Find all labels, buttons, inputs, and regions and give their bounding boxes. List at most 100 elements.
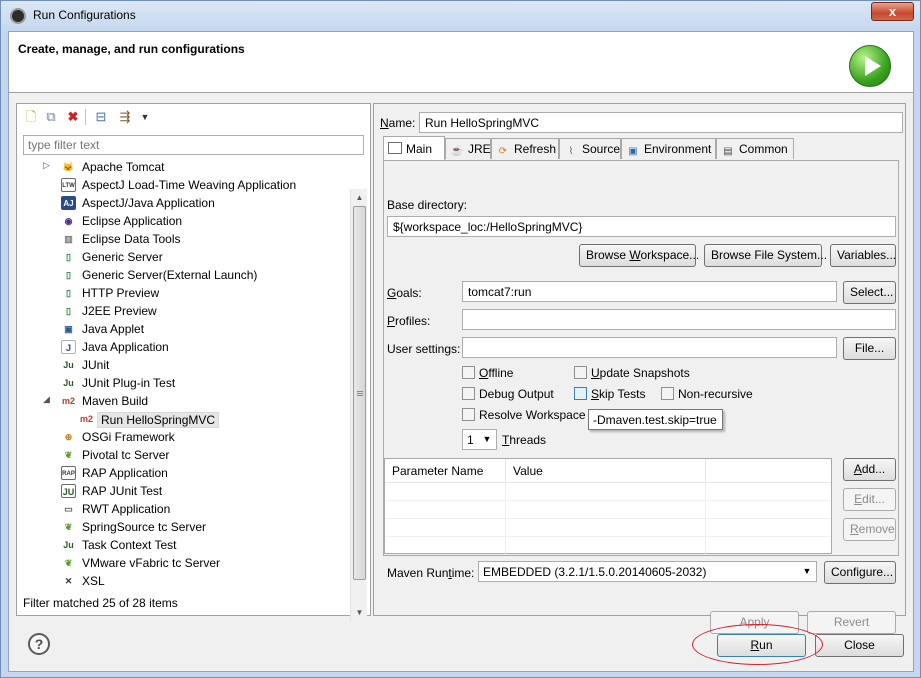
eclipse-icon: ◉ (64, 216, 73, 226)
tree-item[interactable]: JU RAP JUnit Test (17, 483, 347, 501)
tree-item[interactable]: ❦ VMware vFabric tc Server (17, 555, 347, 573)
junit-icon: Ju (63, 360, 74, 370)
task-junit-icon: Ju (63, 540, 74, 550)
threads-select[interactable]: 1 ▼ (462, 429, 497, 450)
expand-arrow-icon[interactable]: ▷ (43, 160, 50, 171)
table-row (385, 501, 831, 519)
tab-refresh[interactable]: ⟳ Refresh (491, 138, 559, 159)
tree-item[interactable]: LTW AspectJ Load-Time Weaving Application (17, 177, 347, 195)
scroll-thumb[interactable] (353, 206, 366, 580)
osgi-icon: ⊕ (64, 432, 73, 442)
tree-item[interactable]: ◢ m2 Maven Build (17, 393, 347, 411)
tree-item[interactable]: ⊕ OSGi Framework (17, 429, 347, 447)
tab-source[interactable]: ⌇ Source (559, 138, 621, 159)
tree-item[interactable]: AJ AspectJ/Java Application (17, 195, 347, 213)
scroll-up-icon[interactable]: ▲ (351, 189, 368, 206)
add-parameter-button[interactable]: Add... (843, 458, 896, 481)
tree-item[interactable]: Ju JUnit Plug-in Test (17, 375, 347, 393)
tree-scrollbar[interactable]: ▲ ▼ (350, 189, 367, 621)
close-button[interactable]: Close (815, 634, 904, 657)
base-directory-field[interactable]: ${workspace_loc:/HelloSpringMVC} (387, 216, 896, 237)
profiles-field[interactable] (462, 309, 896, 330)
variables-button[interactable]: Variables... (830, 244, 896, 267)
tree-item[interactable]: ❦ Pivotal tc Server (17, 447, 347, 465)
title-bar[interactable]: Run Configurations x (1, 1, 920, 31)
maven-runtime-label: Maven Runtime: (387, 566, 475, 580)
run-button-highlight-ellipse (692, 624, 823, 665)
jre-tab-icon: ☕ (450, 146, 464, 157)
table-header: Parameter Name Value (385, 459, 831, 483)
revert-button[interactable]: Revert (807, 611, 896, 634)
tab-jre[interactable]: ☕ JRE (445, 138, 491, 159)
table-row (385, 483, 831, 501)
tree-item-label: Maven Build (82, 394, 149, 408)
configuration-list-panel: 🗋 ⧉ ✖ ⊟ ⇶ ▼ ▷ 🐱 Apache Tomcat LTW AspectJ Lo… (16, 103, 371, 621)
filter-input[interactable] (23, 135, 364, 155)
user-settings-field[interactable] (462, 337, 837, 358)
spring-icon: ❦ (64, 558, 73, 568)
tree-item[interactable]: RAP RAP Application (17, 465, 347, 483)
ltw-icon: LTW (61, 178, 76, 192)
edit-parameter-button[interactable]: Edit... (843, 488, 896, 511)
skip-tests-checkbox[interactable]: Skip Tests (574, 387, 645, 403)
tree-item[interactable]: ▯ Generic Server(External Launch) (17, 267, 347, 285)
new-configuration-icon[interactable]: 🗋 (23, 109, 39, 125)
tree-item[interactable]: ✕ XSL (17, 573, 347, 591)
goals-field[interactable]: tomcat7:run (462, 281, 837, 302)
tree-item[interactable]: ▯ HTTP Preview (17, 285, 347, 303)
view-menu-chevron-down-icon[interactable]: ▼ (137, 109, 153, 125)
tree-item[interactable]: Ju Task Context Test (17, 537, 347, 555)
tree-item[interactable]: m2 Run HelloSpringMVC (17, 411, 347, 429)
remove-parameter-button[interactable]: Remove (843, 518, 896, 541)
java-icon: J (61, 340, 76, 354)
column-header[interactable]: Value (506, 459, 706, 483)
select-goals-button[interactable]: Select... (843, 281, 896, 304)
collapse-all-icon[interactable]: ⊟ (93, 109, 109, 125)
browse-file-system-button[interactable]: Browse File System... (704, 244, 827, 267)
duplicate-icon[interactable]: ⧉ (43, 109, 59, 125)
tab-environment[interactable]: ▣ Environment (621, 138, 716, 159)
browse-workspace-button[interactable]: Browse Workspace... (579, 244, 699, 267)
update-snapshots-checkbox[interactable]: Update Snapshots (574, 366, 690, 382)
configuration-tree[interactable]: ▷ 🐱 Apache Tomcat LTW AspectJ Load-Time Weav… (17, 159, 347, 591)
chevron-down-icon: ▼ (482, 434, 492, 444)
tree-item-label: RAP Application (82, 466, 168, 480)
tree-item[interactable]: ▷ 🐱 Apache Tomcat (17, 159, 347, 177)
filter-icon[interactable]: ⇶ (117, 109, 133, 125)
skip-tests-tooltip: -Dmaven.test.skip=true (588, 409, 723, 430)
name-field[interactable]: Run HelloSpringMVC (419, 112, 903, 133)
collapse-arrow-icon[interactable]: ◢ (43, 394, 50, 405)
tree-item-label: Eclipse Data Tools (82, 232, 181, 246)
tree-item[interactable]: ▥ Eclipse Data Tools (17, 231, 347, 249)
non-recursive-checkbox[interactable]: Non-recursive (661, 387, 753, 403)
tab-common[interactable]: ▤ Common (716, 138, 794, 159)
tree-item[interactable]: ▣ Java Applet (17, 321, 347, 339)
tree-item[interactable]: J Java Application (17, 339, 347, 357)
offline-checkbox[interactable]: Offline (462, 366, 513, 382)
rwt-icon: ▭ (64, 504, 73, 514)
maven-runtime-select[interactable]: EMBEDDED (3.2.1/1.5.0.20140605-2032) ▼ (478, 561, 817, 582)
tab-main[interactable]: Main (383, 136, 445, 160)
debug-output-checkbox[interactable]: Debug Output (462, 387, 554, 403)
delete-icon[interactable]: ✖ (65, 109, 81, 125)
parameters-table[interactable]: Parameter Name Value (384, 458, 832, 555)
tree-item[interactable]: ▯ Generic Server (17, 249, 347, 267)
tree-item-label: Run HelloSpringMVC (97, 412, 220, 428)
help-icon[interactable]: ? (28, 633, 50, 655)
resolve-workspace-checkbox[interactable]: Resolve Workspace (462, 408, 586, 424)
dialog-header: Create, manage, and run configurations (9, 32, 913, 93)
column-header[interactable]: Parameter Name (385, 459, 506, 483)
spring-icon: ❦ (64, 450, 73, 460)
tomcat-icon: 🐱 (62, 162, 75, 172)
scroll-down-icon[interactable]: ▼ (351, 604, 368, 621)
user-settings-file-button[interactable]: File... (843, 337, 896, 360)
window-close-button[interactable]: x (871, 2, 914, 21)
tree-item[interactable]: ◉ Eclipse Application (17, 213, 347, 231)
configure-runtime-button[interactable]: Configure... (824, 561, 896, 584)
tree-item[interactable]: ▯ J2EE Preview (17, 303, 347, 321)
tree-item[interactable]: Ju JUnit (17, 357, 347, 375)
tree-item[interactable]: ❦ SpringSource tc Server (17, 519, 347, 537)
tree-item[interactable]: ▭ RWT Application (17, 501, 347, 519)
configuration-editor-panel: Name: Run HelloSpringMVC Main ☕ JRE ⟳ Refr… (373, 103, 906, 634)
aj-icon: AJ (61, 196, 76, 210)
